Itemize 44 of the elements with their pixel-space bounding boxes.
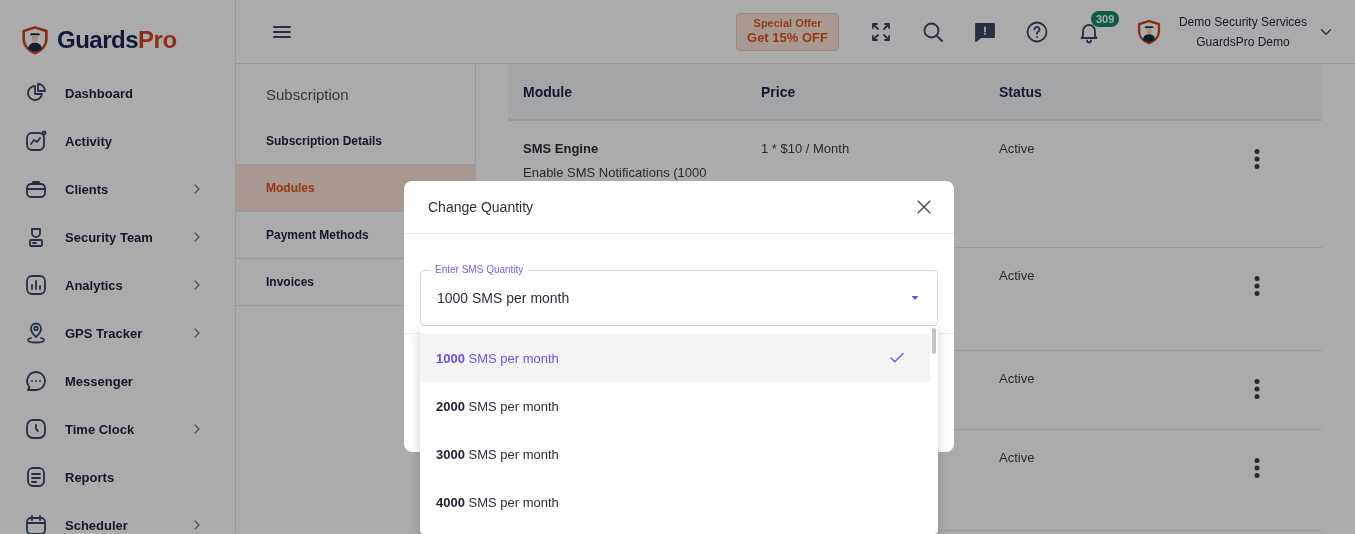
status-text: Active [999, 450, 1035, 465]
dropdown-option[interactable]: 2000 SMS per month [420, 382, 930, 430]
kebab-menu-icon[interactable] [1254, 458, 1260, 478]
dropdown-option[interactable]: 1000 SMS per month [420, 334, 930, 382]
column-header: Module [522, 83, 573, 100]
column-header: Status [998, 83, 1043, 100]
section-title: Subscription [265, 85, 350, 105]
sidebar-item[interactable]: Analytics [0, 261, 235, 309]
module-name: SMS Engine [523, 141, 600, 156]
kebab-menu-icon[interactable] [1254, 149, 1260, 169]
company-name: GuardsPro Demo [1196, 33, 1290, 51]
sidebar-item[interactable]: Dashboard [0, 69, 235, 117]
module-description: Enable SMS Notifications (1000 [523, 165, 708, 180]
calendar-icon [24, 513, 48, 534]
sidebar-item[interactable]: Clients [0, 165, 235, 213]
field-label: Enter SMS Quantity [430, 263, 529, 277]
sidebar-item[interactable]: Reports [0, 453, 235, 501]
status-text: Active [999, 268, 1035, 283]
sidebar-item[interactable]: Activity [0, 117, 235, 165]
location-pin-icon [24, 321, 48, 345]
user-name: Demo Security Services [1178, 13, 1307, 31]
scrollbar-thumb[interactable] [932, 328, 936, 354]
shield-logo-icon [19, 24, 51, 56]
sidebar-item[interactable]: Time Clock [0, 405, 235, 453]
clock-icon [24, 417, 48, 441]
bar-chart-icon [24, 273, 48, 297]
dropdown-option[interactable]: 4000 SMS per month [420, 478, 930, 526]
status-text: Active [999, 371, 1035, 386]
kebab-menu-icon[interactable] [1254, 379, 1260, 399]
sidebar-item[interactable]: Scheduler [0, 501, 235, 534]
notification-count: 309 [1090, 10, 1120, 27]
logo-text: GuardsPro [57, 26, 177, 54]
dropdown-option[interactable]: 3000 SMS per month [420, 430, 930, 478]
price-text: 1 * $10 / Month [761, 141, 850, 156]
status-text: Active [999, 141, 1035, 156]
sidebar-item[interactable]: Messenger [0, 357, 235, 405]
chat-bubble-icon [24, 369, 48, 393]
trend-chart-icon [24, 129, 48, 153]
document-icon [24, 465, 48, 489]
kebab-menu-icon[interactable] [1254, 276, 1260, 296]
sidebar-item[interactable]: GPS Tracker [0, 309, 235, 357]
column-header: Price [760, 83, 797, 100]
help-icon[interactable] [1024, 19, 1049, 44]
sidebar-item[interactable]: Security Team [0, 213, 235, 261]
